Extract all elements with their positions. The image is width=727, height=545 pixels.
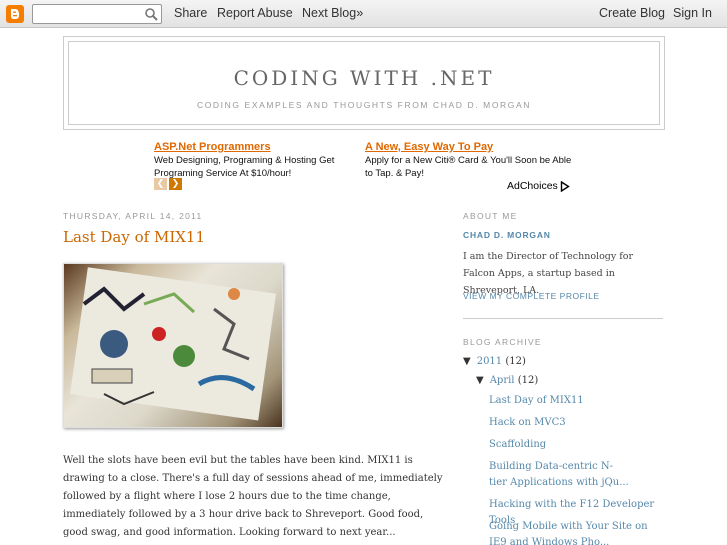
archive-year-2011[interactable]: ▼ 2011 (12) [463,356,526,367]
ad-unit-1[interactable]: ASP.Net Programmers Web Designing, Progr… [154,141,344,180]
archive-year-count: (12) [505,356,526,367]
view-profile-link[interactable]: VIEW MY COMPLETE PROFILE [463,291,600,301]
mix11-whiteboard-illustration [70,267,276,421]
archive-post-link[interactable]: Scaffolding [489,437,669,453]
archive-post-link[interactable]: Building Data-centric N-tier Application… [489,459,629,491]
author-name-link[interactable]: CHAD D. MORGAN [463,230,551,240]
blog-archive-heading: BLOG ARCHIVE [463,337,542,347]
blog-title[interactable]: CODING WITH .NET [69,66,659,90]
archive-month-label[interactable]: April [490,375,515,386]
expand-triangle-icon[interactable]: ▼ [463,356,471,367]
share-link[interactable]: Share [174,6,207,20]
blog-header: CODING WITH .NET CODING EXAMPLES AND THO… [63,36,665,130]
adchoices-link[interactable]: AdChoices [507,180,570,192]
archive-post-link[interactable]: Last Day of MIX11 [489,393,669,409]
ad-title-2[interactable]: A New, Easy Way To Pay [365,141,577,153]
about-me-heading: ABOUT ME [463,211,518,221]
archive-month-april[interactable]: ▼ April (12) [476,375,538,386]
archive-month-count: (12) [517,375,539,386]
next-blog-link[interactable]: Next Blog» [302,6,363,20]
adchoices-label: AdChoices [507,180,558,192]
search-input[interactable] [32,4,162,24]
ad-text-1: Web Designing, Programing & Hosting Get … [154,155,335,179]
blog-description: CODING EXAMPLES AND THOUGHTS FROM CHAD D… [196,100,532,110]
ad-next-button[interactable]: ❯ [169,178,182,190]
expand-triangle-icon[interactable]: ▼ [476,375,484,386]
ad-pager: ❮ ❯ [154,178,182,190]
post-body: Well the slots have been evil but the ta… [63,455,443,538]
ad-text-2: Apply for a New Citi® Card & You'll Soon… [365,155,572,179]
blog-header-inner: CODING WITH .NET CODING EXAMPLES AND THO… [68,41,660,125]
sign-in-link[interactable]: Sign In [673,6,712,20]
archive-post-link[interactable]: Hack on MVC3 [489,415,669,431]
blogger-logo-icon[interactable] [6,5,24,23]
ad-title-1[interactable]: ASP.Net Programmers [154,141,344,153]
create-blog-link[interactable]: Create Blog [599,6,665,20]
blogger-navbar: Share Report Abuse Next Blog» Create Blo… [0,0,727,28]
adchoices-icon [560,180,570,192]
ad-prev-button[interactable]: ❮ [154,178,167,190]
archive-year-label[interactable]: 2011 [477,356,502,367]
report-abuse-link[interactable]: Report Abuse [217,6,293,20]
post-title[interactable]: Last Day of MIX11 [63,228,205,246]
post-image[interactable] [63,263,283,428]
sidebar-divider [463,318,663,319]
archive-post-link[interactable]: Going Mobile with Your Site on IE9 and W… [489,519,654,545]
post-date: THURSDAY, APRIL 14, 2011 [63,211,203,221]
ad-unit-2[interactable]: A New, Easy Way To Pay Apply for a New C… [365,141,577,180]
search-icon[interactable] [144,7,158,21]
